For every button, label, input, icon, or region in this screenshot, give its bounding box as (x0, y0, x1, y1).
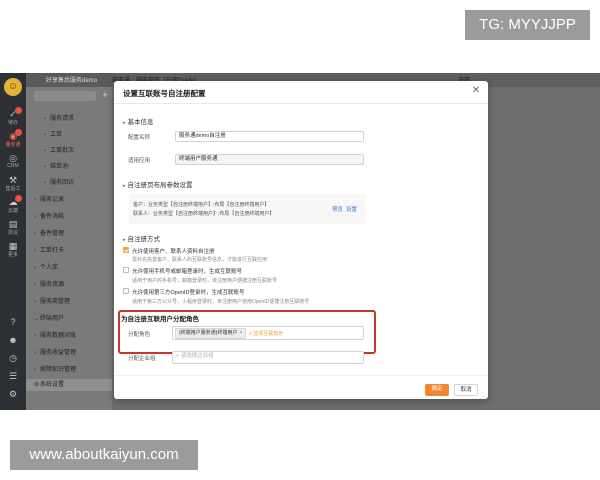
rail-item-more[interactable]: ▦ 更多 (0, 241, 26, 258)
section-layout: 自注册页布局参数设置 (123, 179, 193, 189)
rail-item-service[interactable]: ◉ 服务通 (0, 129, 26, 148)
tree-item[interactable]: › 个人库 (34, 262, 58, 271)
rail-item-protocol[interactable]: ▤ 协议 (0, 219, 26, 236)
rail-item-aftersales[interactable]: ⚒ 售后工 (0, 175, 26, 192)
gear-icon[interactable]: ⚙ (0, 389, 26, 400)
rail-item-todo[interactable]: ✓ 待办 (0, 107, 26, 126)
help-icon[interactable]: ? (0, 317, 26, 327)
layout-line-contact: 联系人：业务类型【自注册终端用户】;布局【自注册终端用户】 (133, 211, 275, 217)
option-desc-profile: 需补充完善客户、联系人的互联账号信息，才能进行互联应用 (132, 257, 268, 263)
tree-item[interactable]: › 备件管理 (34, 228, 64, 237)
divider (114, 103, 488, 104)
tree-item[interactable]: ▫ 服务回访 (44, 177, 74, 186)
settings-link[interactable]: 设置 (346, 205, 357, 213)
applicable-app-label: 适用应用 (128, 158, 151, 164)
tree-item[interactable]: › 服务资源 (34, 279, 64, 288)
add-icon[interactable]: + (100, 90, 110, 101)
close-icon[interactable]: ✕ (470, 85, 482, 97)
rail-item-cloud[interactable]: ☁ 云端 (0, 195, 26, 214)
watermark-top: TG: MYYJJPP (465, 10, 590, 40)
dialog-title: 设置互联账号自注册配置 (123, 89, 206, 98)
tree-item-selected[interactable]: ⚙系统设置 (26, 379, 112, 391)
section-role-assign: 为自注册互联用户分配角色 (121, 316, 199, 323)
tree-item[interactable]: › 服务商管理 (34, 296, 70, 305)
option-label-profile: 允许使用客户、联系人资料自注册 (132, 249, 215, 255)
tree-item[interactable]: ▫ 服务请求 (44, 113, 74, 122)
option-label-openid: 允许使用第三方OpenID登录时，生成互联账号 (132, 290, 245, 296)
option-checkbox-profile[interactable] (123, 247, 129, 253)
app-logo-icon[interactable]: ☺ (4, 78, 22, 96)
enterprise-group-field[interactable]: + 请选择企业组 (172, 351, 364, 364)
tree-item[interactable]: › 工单打卡 (34, 245, 64, 254)
add-role-link[interactable]: + 选择互联角色 (249, 330, 283, 337)
layout-info-box: 客户：业务类型【自注册终端用户】;布局【自注册终端用户】 联系人：业务类型【自注… (129, 194, 366, 224)
enterprise-group-label: 分配企业组 (128, 356, 156, 362)
tree-item[interactable]: › 故障知识管理 (34, 364, 76, 373)
app-header-title: 好享售后服务demo (46, 78, 98, 84)
tree-item[interactable]: › 服务记录 (34, 194, 64, 203)
config-name-label: 配置名称 (128, 135, 151, 141)
tag-remove-icon[interactable]: × (239, 330, 242, 336)
confirm-button[interactable]: 确定 (425, 384, 449, 396)
screenshot-frame: TG: MYYJJPP ☺ ✓ 待办 ◉ 服务通 ◎ CRM ⚒ 售后工 ☁ 云… (0, 0, 600, 480)
rail-item-crm[interactable]: ◎ CRM (0, 153, 26, 169)
tree-item[interactable]: › 备件消耗 (34, 211, 64, 220)
option-desc-openid: 适用于第三方公众号、小程序登录时，未注册用户使用OpenID便捷注册互联账号 (132, 299, 310, 305)
contacts-icon[interactable]: ☰ (0, 371, 26, 382)
notification-badge (15, 129, 22, 136)
self-register-config-dialog: 设置互联账号自注册配置 ✕ 基本信息 配置名称 服务通demo自注册 适用应用 … (114, 81, 488, 399)
tree-item[interactable]: › 服务数据对账 (34, 330, 76, 339)
grid-icon: ▦ (8, 241, 18, 251)
assign-role-label: 分配角色 (128, 332, 151, 338)
app-rail: ☺ ✓ 待办 ◉ 服务通 ◎ CRM ⚒ 售后工 ☁ 云端 ▤ 协议 ▦ 更多 … (0, 73, 26, 410)
divider (114, 375, 488, 376)
wrench-icon: ⚒ (8, 175, 18, 185)
tree-item[interactable]: ▫ 结单池 (44, 161, 68, 170)
user-icon[interactable]: ☻ (0, 335, 26, 345)
role-tag: (终端用户服务通)终端用户 × (175, 328, 247, 339)
cancel-button[interactable]: 取消 (454, 384, 478, 396)
layout-line-customer: 客户：业务类型【自注册终端用户】;布局【自注册终端用户】 (133, 202, 270, 208)
clock-icon[interactable]: ◷ (0, 353, 26, 364)
option-checkbox-phone[interactable] (123, 267, 129, 273)
notification-badge (15, 195, 22, 202)
preview-link[interactable]: 预览 (332, 205, 343, 213)
applicable-app-field: 终端用户服务通 (175, 154, 364, 165)
option-label-phone: 允许使用手机号或邮箱登录时，生成互联账号 (132, 269, 243, 275)
tree-search-input[interactable] (34, 91, 96, 101)
tree-item[interactable]: › 服务收益管理 (34, 347, 76, 356)
tree-item[interactable]: ▫ 工单批次 (44, 145, 74, 154)
notification-badge (15, 107, 22, 114)
module-tree: 好享售后服务demo + ▫ 服务请求 ▫ 工单 ▫ 工单批次 ▫ 结单池 ▫ 服务回访 … (26, 73, 112, 410)
option-desc-phone: 适用于用户的手机号，邮箱登录时，未注册用户便捷注册互联账号 (132, 278, 278, 284)
config-name-field[interactable]: 服务通demo自注册 (175, 131, 364, 142)
section-basic-info: 基本信息 (123, 116, 154, 126)
section-method: 自注册方式 (123, 233, 161, 243)
tree-item[interactable]: ⌄终端用户 (34, 313, 64, 322)
option-checkbox-openid[interactable] (123, 288, 129, 294)
tree-item[interactable]: ▫ 工单 (44, 129, 62, 138)
watermark-bottom: www.aboutkaiyun.com (10, 440, 198, 470)
crm-icon: ◎ (9, 153, 17, 163)
doc-icon: ▤ (8, 219, 18, 229)
